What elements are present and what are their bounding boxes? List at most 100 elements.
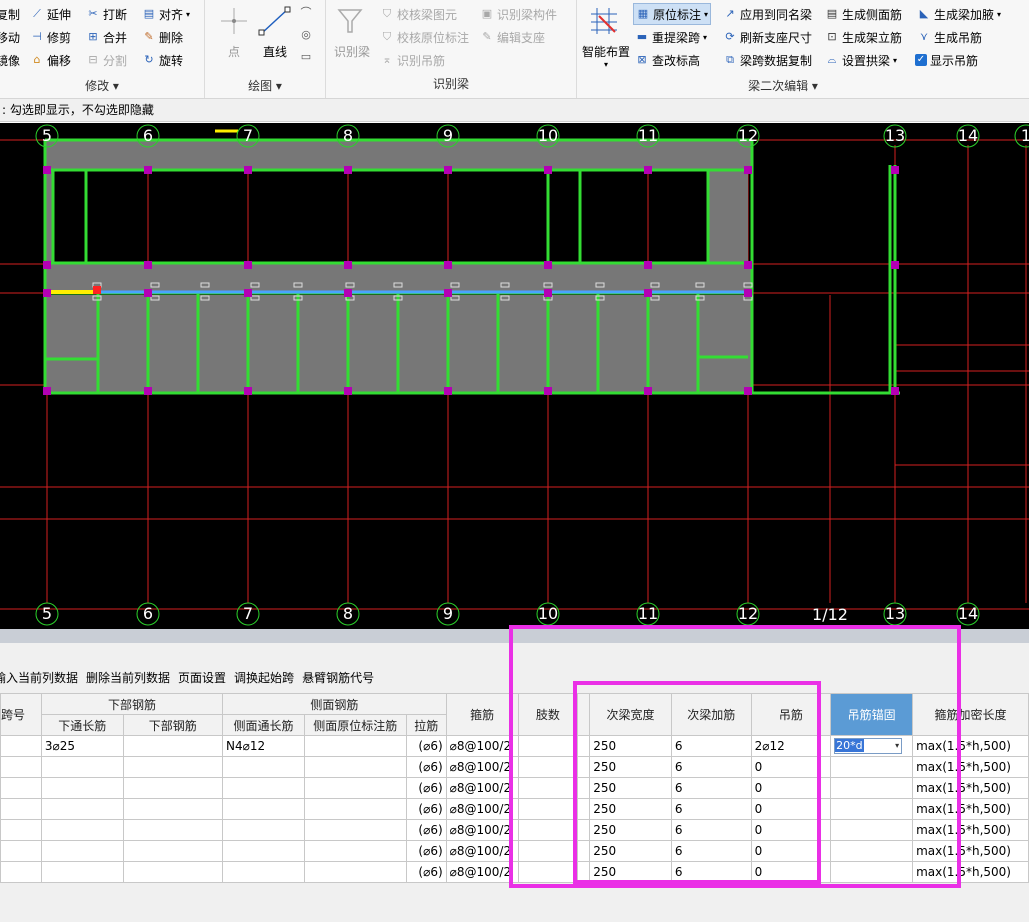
secondary-add-cell[interactable]: 6 (670, 819, 752, 841)
spacer-cell[interactable] (577, 819, 591, 841)
bottom-through-cell[interactable] (40, 819, 124, 841)
merge-button[interactable]: ⊞ 合并 (86, 27, 127, 47)
col-side-orig[interactable]: 侧面原位标注筋 (303, 714, 407, 736)
bottom-bar-cell[interactable] (122, 819, 224, 841)
secondary-width-cell[interactable]: 250 (589, 798, 672, 820)
legs-cell[interactable] (517, 777, 579, 799)
gen-side-button[interactable]: ▤ 生成侧面筋 (825, 4, 902, 24)
delete-column-data-button[interactable]: 删除当前列数据 (86, 667, 170, 689)
table-row[interactable]: (⌀6) ⌀8@100/2 250 6 0 max(1.5*h,500) (0, 819, 1029, 841)
beam-edit-group-title[interactable]: 梁二次编辑 ▾ (537, 77, 1029, 94)
bottom-bar-cell[interactable] (122, 840, 224, 862)
offset-button[interactable]: ⌂ 偏移 (30, 50, 72, 70)
line-button[interactable]: 直线 (257, 6, 293, 60)
side-through-cell[interactable] (222, 756, 305, 778)
move-button[interactable]: 移动 (0, 27, 20, 47)
tie-cell[interactable]: (⌀6) (405, 819, 447, 841)
align-button[interactable]: ▤ 对齐 ▾ (142, 4, 190, 24)
hanger-anchor-cell[interactable] (830, 861, 914, 883)
split-button[interactable]: ⊟ 分割 (86, 50, 127, 70)
tie-cell[interactable]: (⌀6) (405, 756, 447, 778)
dropdown-arrow-icon[interactable]: ▾ (895, 739, 899, 753)
dense-length-cell[interactable]: max(1.5*h,500) (912, 756, 1029, 778)
side-through-cell[interactable] (222, 819, 305, 841)
orig-mark-button[interactable]: ▦ 原位标注 ▾ (633, 3, 712, 25)
legs-cell[interactable] (517, 735, 579, 757)
table-row[interactable]: (⌀6) ⌀8@100/2 250 6 0 max(1.5*h,500) (0, 777, 1029, 799)
legs-cell[interactable] (517, 840, 579, 862)
col-secondary-width[interactable]: 次梁宽度 (589, 693, 672, 736)
arc-icon[interactable]: ⌒ (299, 6, 313, 20)
dense-length-cell[interactable]: max(1.5*h,500) (912, 819, 1029, 841)
legs-cell[interactable] (517, 819, 579, 841)
cad-drawing[interactable]: 5 6 7 8 9 10 11 12 13 14 15 6 7 8 9 10 11 12 1/12 13 14 (0, 123, 1029, 629)
secondary-width-cell[interactable]: 250 (589, 777, 672, 799)
side-through-cell[interactable] (222, 861, 305, 883)
bottom-bar-cell[interactable] (122, 756, 224, 778)
break-button[interactable]: ✂ 打断 (86, 4, 127, 24)
hanger-cell[interactable]: 0 (750, 756, 832, 778)
hanger-anchor-cell[interactable]: 20*d ▾ (830, 735, 914, 757)
hanger-anchor-cell[interactable] (830, 777, 914, 799)
edit-support-button[interactable]: ✎ 编辑支座 (480, 27, 545, 47)
side-orig-cell[interactable] (303, 840, 407, 862)
refresh-support-button[interactable]: ⟳ 刷新支座尺寸 (723, 27, 812, 47)
side-through-cell[interactable] (222, 840, 305, 862)
bottom-through-cell[interactable]: 3⌀25 (40, 735, 124, 757)
span-cell[interactable] (0, 756, 42, 778)
table-row[interactable]: (⌀6) ⌀8@100/2 250 6 0 max(1.5*h,500) (0, 798, 1029, 820)
col-legs[interactable]: 肢数 (517, 693, 579, 736)
spacer-cell[interactable] (577, 840, 591, 862)
hanger-cell[interactable]: 0 (750, 840, 832, 862)
side-orig-cell[interactable] (303, 756, 407, 778)
hanger-anchor-cell[interactable] (830, 756, 914, 778)
span-cell[interactable] (0, 861, 42, 883)
apply-same-button[interactable]: ↗ 应用到同名梁 (723, 4, 812, 24)
spacer-cell[interactable] (577, 756, 591, 778)
legs-cell[interactable] (517, 798, 579, 820)
stirrup-cell[interactable]: ⌀8@100/2 (445, 861, 519, 883)
identify-hanger-button[interactable]: ⌅ 识别吊筋 (380, 50, 445, 70)
hanger-cell[interactable]: 0 (750, 777, 832, 799)
bottom-through-cell[interactable] (40, 777, 124, 799)
trim-button[interactable]: ⊣ 修剪 (30, 27, 71, 47)
col-tie[interactable]: 拉筋 (405, 714, 447, 736)
hanger-cell[interactable]: 0 (750, 798, 832, 820)
hanger-cell[interactable]: 0 (750, 861, 832, 883)
set-arch-button[interactable]: ⌓ 设置拱梁 ▾ (825, 50, 897, 70)
table-row[interactable]: 3⌀25 N4⌀12 (⌀6) ⌀8@100/2 250 6 2⌀12 20*d ▾ max(1.… (0, 735, 1029, 757)
stirrup-cell[interactable]: ⌀8@100/2 (445, 840, 519, 862)
circle-icon[interactable]: ◎ (299, 28, 313, 42)
bottom-bar-cell[interactable] (122, 861, 224, 883)
hanger-anchor-cell[interactable] (830, 798, 914, 820)
col-bottom-through[interactable]: 下通长筋 (40, 714, 124, 736)
side-through-cell[interactable] (222, 777, 305, 799)
col-hanger[interactable]: 吊筋 (750, 693, 832, 736)
re-span-button[interactable]: ▬ 重提梁跨 ▾ (635, 27, 707, 47)
hanger-anchor-cell[interactable] (830, 840, 914, 862)
hanger-anchor-dropdown[interactable]: 20*d ▾ (834, 738, 903, 754)
side-orig-cell[interactable] (303, 777, 407, 799)
identify-beam-button[interactable]: 识别梁 (332, 6, 372, 60)
stirrup-cell[interactable]: ⌀8@100/2 (445, 798, 519, 820)
secondary-width-cell[interactable]: 250 (589, 756, 672, 778)
side-through-cell[interactable] (222, 798, 305, 820)
dense-length-cell[interactable]: max(1.5*h,500) (912, 735, 1029, 757)
hanger-anchor-cell[interactable] (830, 819, 914, 841)
secondary-add-cell[interactable]: 6 (670, 798, 752, 820)
side-through-cell[interactable]: N4⌀12 (222, 735, 305, 757)
tie-cell[interactable]: (⌀6) (405, 861, 447, 883)
side-orig-cell[interactable] (303, 735, 407, 757)
mirror-button[interactable]: 镜像 (0, 50, 20, 70)
copy-span-data-button[interactable]: ⧉ 梁跨数据复制 (723, 50, 812, 70)
bottom-bar-cell[interactable] (122, 777, 224, 799)
secondary-width-cell[interactable]: 250 (589, 840, 672, 862)
secondary-add-cell[interactable]: 6 (670, 777, 752, 799)
show-hanger-checkbox[interactable]: ✓ 显示吊筋 (915, 50, 978, 70)
input-column-data-button[interactable]: 输入当前列数据 (0, 667, 78, 689)
legs-cell[interactable] (517, 861, 579, 883)
span-cell[interactable] (0, 819, 42, 841)
bottom-through-cell[interactable] (40, 840, 124, 862)
draw-group-title[interactable]: 绘图 ▾ (205, 77, 325, 94)
hanger-cell[interactable]: 0 (750, 819, 832, 841)
